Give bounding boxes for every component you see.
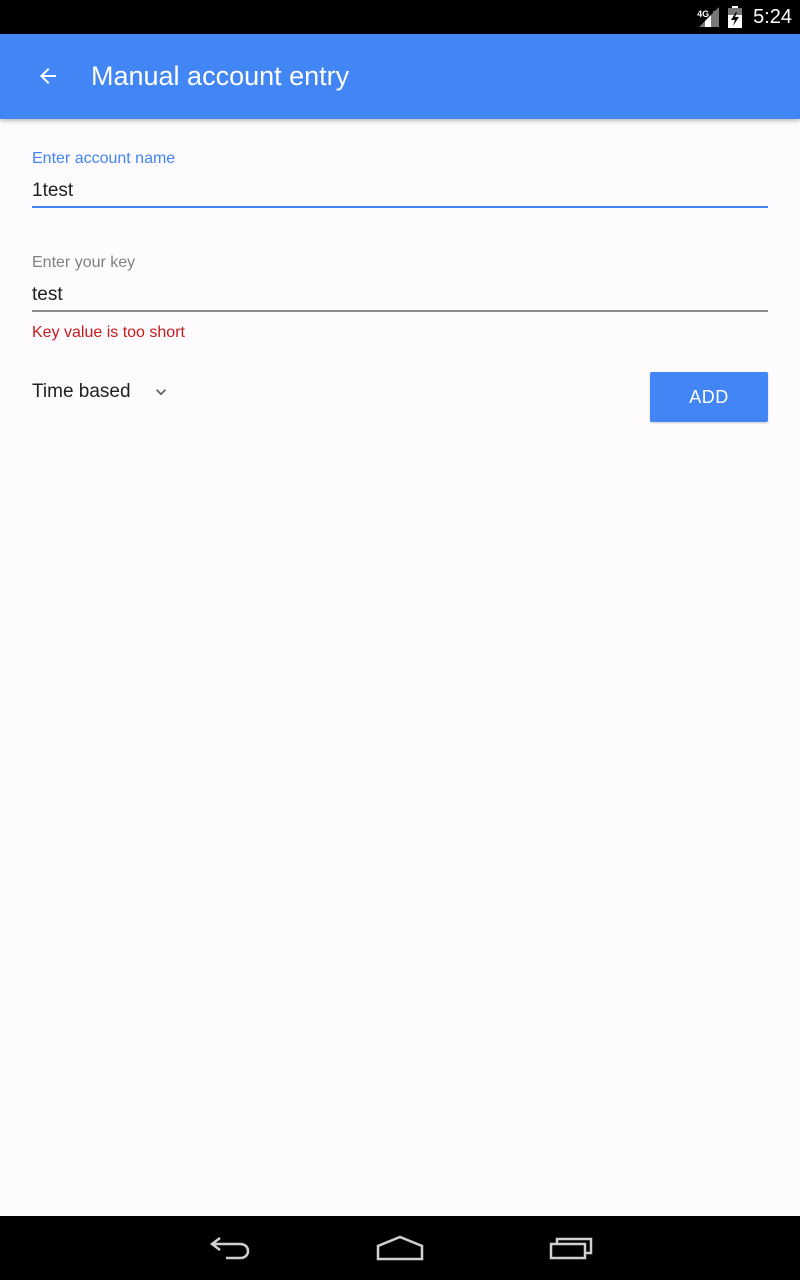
recents-icon bbox=[547, 1234, 595, 1262]
nav-back-button[interactable] bbox=[200, 1228, 260, 1268]
add-button[interactable]: ADD bbox=[650, 372, 768, 422]
app-bar: Manual account entry bbox=[0, 34, 800, 119]
battery-icon bbox=[727, 5, 743, 29]
status-icons: 4G 5:24 bbox=[697, 0, 792, 34]
key-error-text: Key value is too short bbox=[32, 324, 185, 341]
type-dropdown-value: Time based bbox=[32, 381, 131, 402]
chevron-down-icon bbox=[151, 382, 171, 402]
key-label: Enter your key bbox=[32, 254, 136, 271]
nav-recents-button[interactable] bbox=[541, 1228, 601, 1268]
back-icon bbox=[206, 1234, 254, 1262]
home-icon bbox=[375, 1234, 425, 1262]
account-name-underline bbox=[32, 206, 768, 208]
arrow-back-icon bbox=[36, 64, 60, 88]
navigation-bar bbox=[0, 1216, 800, 1280]
signal-icon: 4G bbox=[697, 5, 721, 29]
key-underline bbox=[32, 310, 768, 312]
nav-home-button[interactable] bbox=[370, 1228, 430, 1268]
status-bar: 4G 5:24 bbox=[0, 0, 800, 34]
account-name-input[interactable] bbox=[32, 174, 768, 208]
type-dropdown[interactable]: Time based bbox=[32, 372, 171, 412]
clock: 5:24 bbox=[753, 5, 792, 28]
back-button[interactable] bbox=[28, 56, 68, 96]
page-title: Manual account entry bbox=[91, 61, 350, 91]
key-input[interactable] bbox=[32, 278, 768, 312]
account-name-label: Enter account name bbox=[32, 150, 176, 167]
